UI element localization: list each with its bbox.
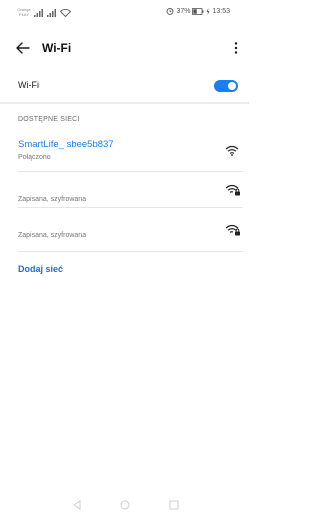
network-status: Zapisana, szyfrowana [18, 232, 87, 239]
arrow-left-icon[interactable] [16, 42, 30, 54]
signal-strength-icon [47, 9, 56, 17]
wifi-toggle-switch[interactable] [214, 80, 238, 92]
alarm-clock-icon [167, 7, 174, 15]
status-bar: Orange PLAY 37% 13:53 [0, 0, 249, 34]
carrier-line-2: PLAY [19, 12, 29, 17]
network-status: Zapisana, szyfrowana [18, 196, 87, 203]
network-divider [18, 251, 243, 252]
app-bar: Wi-Fi [0, 34, 249, 62]
more-vertical-icon[interactable] [228, 40, 244, 56]
add-network-button[interactable]: Dodaj sieć [18, 263, 63, 275]
page-title: Wi-Fi [42, 41, 72, 55]
network-item-saved[interactable]: Zapisana, szyfrowana [0, 208, 249, 239]
wifi-toggle-label: Wi-Fi [18, 80, 39, 90]
wifi-signal-icon [225, 145, 239, 156]
battery-percent: 37% [176, 7, 191, 15]
wifi-locked-icon [225, 184, 240, 196]
network-item-saved[interactable]: Zapisana, szyfrowana [0, 172, 249, 203]
clock-time: 13:53 [212, 7, 230, 15]
toggle-knob [228, 82, 236, 90]
network-status: Połączono [18, 154, 51, 161]
available-networks-header: DOSTĘPNE SIECI [18, 116, 80, 123]
wifi-toggle-row[interactable]: Wi-Fi [0, 74, 249, 98]
nav-back-triangle-icon[interactable] [72, 500, 82, 510]
network-item-connected[interactable]: SmartLife_ sbee5b837 Połączono [0, 134, 249, 172]
status-right: 37% 13:53 [166, 7, 230, 15]
network-name: SmartLife_ sbee5b837 [18, 139, 114, 150]
nav-home-circle-icon[interactable] [120, 500, 130, 510]
battery-icon [192, 7, 204, 15]
wifi-status-icon [60, 9, 71, 17]
wifi-locked-icon [225, 224, 240, 236]
carrier-label: Orange PLAY [16, 7, 32, 17]
section-divider [0, 102, 249, 104]
nav-recents-square-icon[interactable] [169, 500, 179, 510]
signal-strength-icon [34, 9, 43, 17]
navigation-bar [0, 500, 249, 528]
charging-bolt-icon [206, 7, 210, 15]
